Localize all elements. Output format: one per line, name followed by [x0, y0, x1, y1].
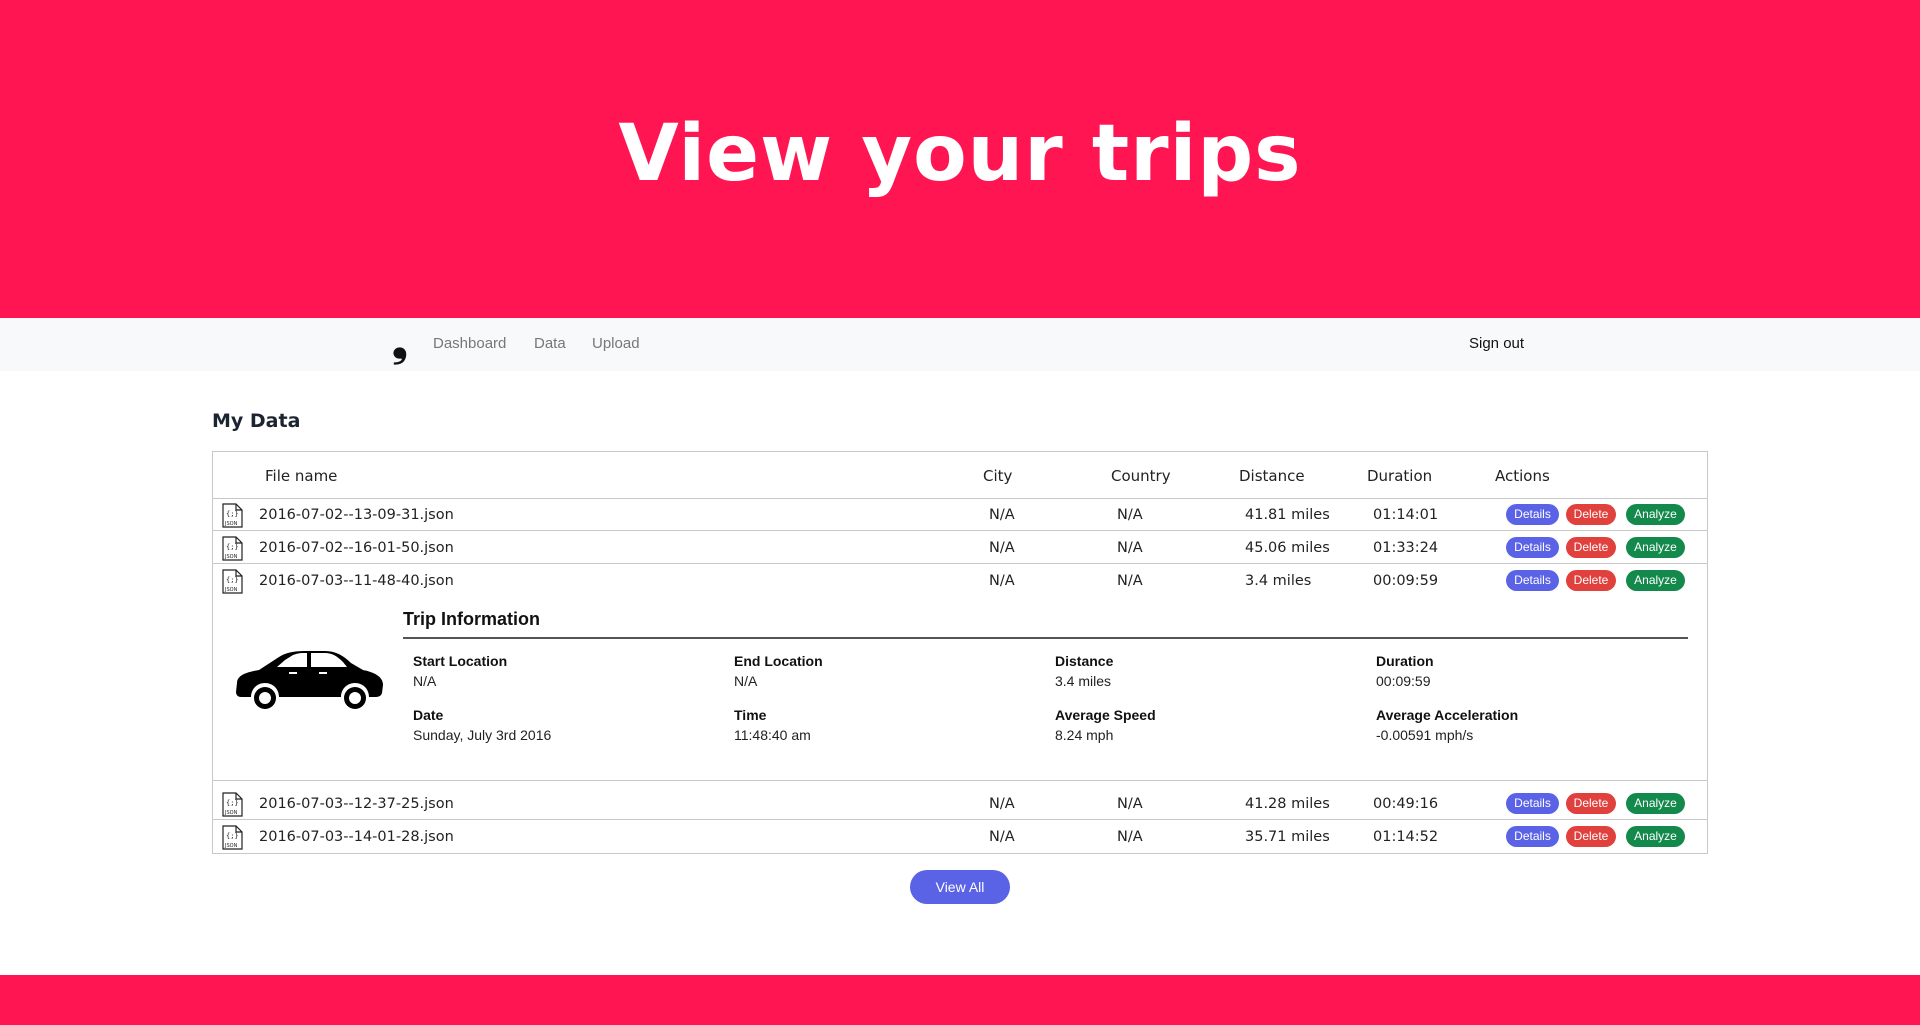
start-location-label: Start Location: [413, 653, 508, 669]
cell-distance: 41.28 miles: [1245, 796, 1330, 812]
analyze-button[interactable]: Analyze: [1626, 537, 1685, 558]
page-title: View your trips: [618, 109, 1302, 199]
details-button[interactable]: Details: [1506, 537, 1559, 558]
table-row[interactable]: {;} JSON 2016-07-02--16-01-50.json N/A N…: [213, 531, 1707, 564]
header-distance: Distance: [1239, 467, 1305, 485]
avg-speed-value: 8.24 mph: [1055, 727, 1114, 743]
json-file-icon: {;} JSON: [222, 503, 243, 528]
analyze-button[interactable]: Analyze: [1626, 504, 1685, 525]
section-title: My Data: [212, 410, 301, 432]
svg-text:{;}: {;}: [226, 576, 239, 584]
cell-country: N/A: [1117, 573, 1143, 589]
trip-details-panel: Trip Information Start Location N/A End …: [213, 597, 1707, 781]
analyze-button[interactable]: Analyze: [1626, 793, 1685, 814]
table-header: File name City Country Distance Duration…: [213, 452, 1707, 499]
cell-file-name[interactable]: 2016-07-03--14-01-28.json: [259, 829, 454, 845]
header-file-name: File name: [265, 467, 338, 485]
delete-button[interactable]: Delete: [1566, 570, 1616, 591]
cell-file-name[interactable]: 2016-07-02--13-09-31.json: [259, 507, 454, 523]
start-location-value: N/A: [413, 673, 437, 689]
cell-distance: 41.81 miles: [1245, 507, 1330, 523]
svg-text:{;}: {;}: [226, 510, 239, 518]
cell-duration: 01:14:01: [1373, 507, 1439, 523]
date-label: Date: [413, 707, 444, 723]
delete-button[interactable]: Delete: [1566, 537, 1616, 558]
svg-text:JSON: JSON: [224, 810, 238, 816]
json-file-icon: {;} JSON: [222, 536, 243, 561]
duration-value: 00:09:59: [1376, 673, 1431, 689]
cell-country: N/A: [1117, 796, 1143, 812]
details-button[interactable]: Details: [1506, 826, 1559, 847]
cell-file-name[interactable]: 2016-07-03--11-48-40.json: [259, 573, 454, 589]
navbar: ❟ Dashboard Data Upload Sign out: [0, 318, 1920, 371]
table-row-expanded[interactable]: {;} JSON 2016-07-03--11-48-40.json N/A N…: [213, 564, 1707, 597]
svg-text:JSON: JSON: [224, 843, 238, 849]
trip-info-title: Trip Information: [403, 609, 540, 629]
time-label: Time: [734, 707, 767, 723]
sign-out-link[interactable]: Sign out: [1469, 335, 1524, 352]
svg-text:{;}: {;}: [226, 799, 239, 807]
cell-city: N/A: [989, 573, 1015, 589]
json-file-icon: {;} JSON: [222, 792, 243, 817]
table-row[interactable]: {;} JSON 2016-07-03--14-01-28.json N/A N…: [213, 820, 1707, 853]
distance-value: 3.4 miles: [1055, 673, 1112, 689]
cell-duration: 01:14:52: [1373, 829, 1439, 845]
cell-distance: 45.06 miles: [1245, 540, 1330, 556]
table-row[interactable]: {;} JSON 2016-07-02--13-09-31.json N/A N…: [213, 498, 1707, 531]
car-icon: [236, 651, 383, 709]
avg-speed-label: Average Speed: [1055, 707, 1156, 723]
svg-text:JSON: JSON: [224, 554, 238, 560]
divider: [403, 637, 1688, 639]
cell-distance: 35.71 miles: [1245, 829, 1330, 845]
cell-city: N/A: [989, 829, 1015, 845]
details-button[interactable]: Details: [1506, 793, 1559, 814]
cell-file-name[interactable]: 2016-07-02--16-01-50.json: [259, 540, 454, 556]
cell-country: N/A: [1117, 507, 1143, 523]
delete-button[interactable]: Delete: [1566, 826, 1616, 847]
data-table: File name City Country Distance Duration…: [212, 451, 1708, 854]
nav-dashboard[interactable]: Dashboard: [433, 335, 506, 352]
hero-banner: View your trips: [0, 0, 1920, 318]
details-button[interactable]: Details: [1506, 504, 1559, 525]
svg-text:{;}: {;}: [226, 543, 239, 551]
json-file-icon: {;} JSON: [222, 569, 243, 594]
analyze-button[interactable]: Analyze: [1626, 570, 1685, 591]
svg-text:{;}: {;}: [226, 832, 239, 840]
view-all-button[interactable]: View All: [910, 870, 1010, 904]
end-location-label: End Location: [734, 653, 823, 669]
time-value: 11:48:40 am: [734, 727, 811, 743]
header-city: City: [983, 467, 1013, 485]
nav-upload[interactable]: Upload: [592, 335, 640, 352]
date-value: Sunday, July 3rd 2016: [413, 727, 552, 743]
cell-duration: 01:33:24: [1373, 540, 1439, 556]
footer-bar: [0, 975, 1920, 1025]
header-country: Country: [1111, 467, 1171, 485]
delete-button[interactable]: Delete: [1566, 793, 1616, 814]
cell-country: N/A: [1117, 829, 1143, 845]
svg-text:JSON: JSON: [224, 587, 238, 593]
cell-duration: 00:09:59: [1373, 573, 1439, 589]
cell-file-name[interactable]: 2016-07-03--12-37-25.json: [259, 796, 454, 812]
brand-logo[interactable]: ❟: [392, 323, 408, 363]
cell-country: N/A: [1117, 540, 1143, 556]
cell-duration: 00:49:16: [1373, 796, 1439, 812]
details-button[interactable]: Details: [1506, 570, 1559, 591]
duration-label: Duration: [1376, 653, 1434, 669]
nav-data[interactable]: Data: [534, 335, 566, 352]
delete-button[interactable]: Delete: [1566, 504, 1616, 525]
header-duration: Duration: [1367, 467, 1433, 485]
header-actions: Actions: [1495, 467, 1550, 485]
avg-accel-value: -0.00591 mph/s: [1376, 727, 1474, 743]
cell-city: N/A: [989, 540, 1015, 556]
json-file-icon: {;} JSON: [222, 825, 243, 850]
cell-city: N/A: [989, 507, 1015, 523]
distance-label: Distance: [1055, 653, 1114, 669]
analyze-button[interactable]: Analyze: [1626, 826, 1685, 847]
svg-text:JSON: JSON: [224, 521, 238, 527]
end-location-value: N/A: [734, 673, 758, 689]
cell-distance: 3.4 miles: [1245, 573, 1312, 589]
table-row[interactable]: {;} JSON 2016-07-03--12-37-25.json N/A N…: [213, 787, 1707, 820]
cell-city: N/A: [989, 796, 1015, 812]
avg-accel-label: Average Acceleration: [1376, 707, 1519, 723]
